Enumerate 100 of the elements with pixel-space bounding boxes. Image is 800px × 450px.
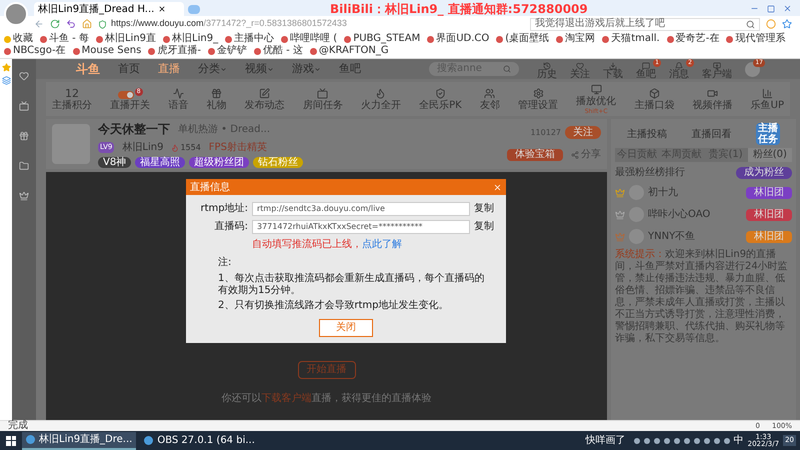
- toolbar-label[interactable]: 管理设置: [518, 100, 558, 110]
- dialog-header: 直播信息: [186, 179, 506, 195]
- bookmark-item[interactable]: 天猫tmall.: [602, 33, 660, 45]
- toggle-switch[interactable]: [118, 90, 134, 98]
- tag-pill[interactable]: 福星高照: [135, 157, 186, 168]
- treasure-button[interactable]: 体验宝箱: [507, 148, 563, 160]
- caret-icon: [267, 66, 274, 72]
- bookmark-item[interactable]: Mouse Sens: [72, 45, 142, 57]
- profile-avatar[interactable]: [4, 2, 28, 26]
- toolbar-label[interactable]: 友邻: [480, 100, 500, 110]
- download-link[interactable]: 下载客户端: [262, 393, 312, 404]
- flame-icon: [375, 88, 386, 98]
- start-button[interactable]: [4, 434, 18, 448]
- toolbar-label[interactable]: 礼物: [206, 100, 226, 110]
- address-bar[interactable]: https://www.douyu.com/3771472?_r=0.5831386801572433: [98, 18, 524, 30]
- learn-more-link[interactable]: 点此了解: [362, 239, 402, 250]
- tag-pill[interactable]: V8神: [98, 157, 132, 168]
- toolbar-label[interactable]: 全民乐PK: [419, 100, 462, 110]
- bookmark-item[interactable]: 优酷 - 这: [254, 45, 303, 57]
- score-value: 12: [65, 88, 79, 98]
- star-icon: [782, 19, 792, 29]
- search-field[interactable]: 我觉得退出游戏后就上线了吧: [530, 18, 760, 30]
- toolbar-label[interactable]: 播放优化: [576, 96, 616, 106]
- text-field[interactable]: rtmp://sendtc3a.douyu.com/live: [252, 202, 470, 216]
- toolbar-label[interactable]: 直播开关: [110, 100, 150, 110]
- nav-icon-button[interactable]: 关注: [570, 62, 590, 80]
- taskbar-app[interactable]: OBS 27.0.1 (64 bi...: [140, 432, 259, 450]
- tag-pill[interactable]: 钻石粉丝: [253, 157, 304, 168]
- nav-icon-button[interactable]: 历史: [537, 62, 557, 80]
- panel-link[interactable]: 主播投稿: [627, 126, 668, 142]
- nav-icon: [576, 62, 584, 70]
- toolbar-label[interactable]: 房间任务: [302, 100, 343, 110]
- bookmark-item[interactable]: 金铲铲: [208, 45, 247, 57]
- start-stream-button[interactable]: 开始直播: [298, 361, 356, 379]
- browser-tab[interactable]: 林旧Lin9直播_Dread H...: [34, 2, 184, 16]
- bookmark-item[interactable]: 虎牙直播-: [148, 45, 201, 57]
- nav-link[interactable]: 鱼吧: [339, 60, 361, 78]
- secure-icon: [98, 20, 107, 28]
- nav-icon-button[interactable]: 鱼吧: [636, 62, 656, 80]
- text-field[interactable]: 3771472rhuiATkxKTxxSecret=***********: [252, 220, 470, 234]
- bookmark-item[interactable]: NBCsgo-在: [4, 45, 66, 57]
- nav-link[interactable]: 游戏: [292, 60, 321, 78]
- copy-button[interactable]: 复制: [474, 219, 494, 234]
- toolbar-label[interactable]: 发布动态: [244, 100, 285, 110]
- tag-pill[interactable]: 超级粉丝团: [189, 157, 250, 168]
- bookmark-item[interactable]: (桌面壁纸: [496, 33, 550, 45]
- nav-link[interactable]: 视频: [245, 60, 274, 78]
- toolbar-label[interactable]: 火力全开: [360, 100, 401, 110]
- close-icon: [783, 4, 792, 13]
- follow-button[interactable]: 关注: [565, 126, 601, 139]
- bookmark-item[interactable]: 林旧Lin9直: [96, 33, 156, 45]
- crown-icon: [615, 210, 625, 220]
- video-icon: [706, 88, 718, 98]
- close-button[interactable]: 关闭: [319, 319, 373, 337]
- settings-icon: [532, 88, 544, 98]
- bookmark-item[interactable]: 哔哩哔哩 (: [281, 33, 338, 45]
- bookmark-item[interactable]: 林旧Lin9_: [163, 33, 218, 45]
- close-icon[interactable]: [158, 5, 166, 13]
- toolbar-label[interactable]: 语音: [168, 100, 188, 110]
- nav-link[interactable]: 直播: [158, 60, 180, 78]
- toolbar-label[interactable]: 主播口袋: [634, 100, 674, 110]
- nav-link[interactable]: 首页: [118, 60, 140, 78]
- flame-icon: [171, 144, 180, 152]
- edit-icon: [259, 88, 270, 98]
- crown-icon: [19, 191, 29, 201]
- bookmark-item[interactable]: 爱奇艺-在: [666, 33, 720, 45]
- search-icon: [503, 65, 511, 73]
- url-text: https://www.douyu.com/3771472?_r=0.5831386801572433: [111, 17, 347, 30]
- site-logo[interactable]: 斗鱼: [76, 60, 100, 78]
- search-icon: [746, 20, 755, 28]
- tab-title: 林旧Lin9直播_Dread H...: [38, 2, 154, 16]
- caret-icon: [314, 66, 321, 72]
- bookmark-item[interactable]: 收藏: [4, 33, 33, 45]
- toolbar-label[interactable]: 乐鱼UP: [750, 100, 784, 110]
- back-icon: [34, 19, 44, 29]
- box-icon: [648, 88, 660, 98]
- bookmark-item[interactable]: 主播中心: [225, 33, 274, 45]
- panel-link[interactable]: 直播回看: [691, 126, 732, 142]
- copy-button[interactable]: 复制: [474, 201, 494, 216]
- bookmark-item[interactable]: 现代管理系: [726, 33, 786, 45]
- maximize-icon: [767, 4, 775, 12]
- task-badge-art[interactable]: 主播任务: [756, 123, 780, 145]
- bookmark-item[interactable]: PUBG_STEAM: [344, 33, 420, 45]
- become-fan-button[interactable]: 成为粉丝: [736, 166, 792, 178]
- bookmark-item[interactable]: 淘宝网: [556, 33, 596, 45]
- dialog: 直播信息 rtmp地址: rtmp://sendtc3a.douyu.com/live 复制 直播码: 3771472rhuiATkxKTxxSecret=*********** 复制 自动填写推流码已上线，点此了解 注: 1、每次点击获取推流码都会重新生成直播码，每个直播码的有效期为15分钟。 2、只有切换推流线路才会导致rtmp地址发生变化。 关闭: [186, 179, 506, 343]
- bookmark-item[interactable]: 界面UD.CO: [427, 33, 490, 45]
- note-text: 2、只有切换推流线路才会导致rtmp地址发生变化。: [218, 300, 450, 312]
- crown-icon: [615, 188, 625, 198]
- bookmark-item[interactable]: @KRAFTON_G: [310, 45, 389, 57]
- fan-badge: 林旧团: [746, 230, 792, 242]
- caret-icon: [220, 66, 227, 72]
- toolbar-label[interactable]: 主播积分: [52, 100, 92, 110]
- nav-link[interactable]: 分类: [198, 60, 227, 78]
- rank-tab[interactable]: 粉丝(0): [748, 148, 792, 162]
- toolbar-label[interactable]: 视频伴播: [692, 100, 732, 110]
- taskbar-app[interactable]: 林旧Lin9直播_Dre...: [22, 432, 136, 450]
- bookmark-item[interactable]: 斗鱼 - 每: [40, 33, 89, 45]
- undo-icon: [66, 19, 76, 29]
- wave-icon: [172, 88, 184, 98]
